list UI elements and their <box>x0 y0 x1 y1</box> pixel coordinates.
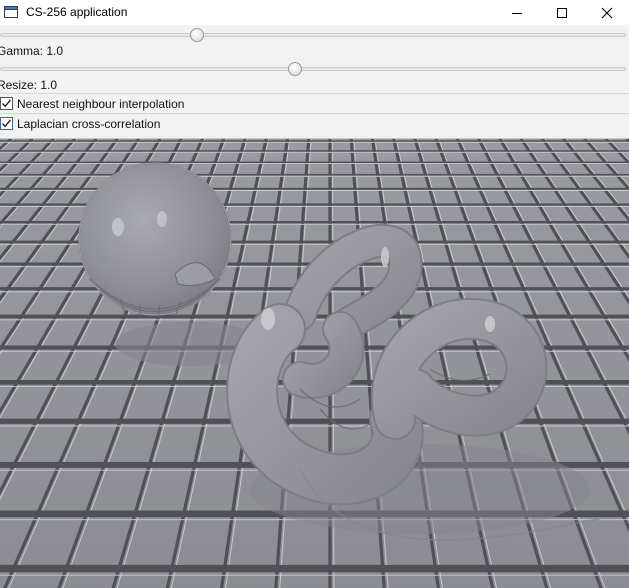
scene-svg <box>0 139 629 588</box>
window-title: CS-256 application <box>26 5 128 19</box>
slider-thumb[interactable] <box>190 28 204 42</box>
slider-thumb[interactable] <box>288 62 302 76</box>
nearest-neighbour-label: Nearest neighbour interpolation <box>17 97 185 111</box>
top-slider[interactable] <box>0 25 629 45</box>
title-bar: CS-256 application <box>0 0 629 25</box>
nearest-neighbour-checkbox[interactable] <box>0 97 13 110</box>
gamma-slider[interactable] <box>0 59 629 79</box>
checkmark-icon <box>1 99 12 108</box>
laplacian-row[interactable]: Laplacian cross-correlation <box>0 113 629 133</box>
laplacian-label: Laplacian cross-correlation <box>17 117 161 131</box>
app-icon <box>4 6 18 18</box>
resize-label: Resize: 1.0 <box>0 78 58 92</box>
rendered-scene-image <box>0 138 629 588</box>
sphere-object <box>78 162 232 318</box>
slider-track[interactable] <box>0 33 626 37</box>
nearest-neighbour-row[interactable]: Nearest neighbour interpolation <box>0 93 629 113</box>
minimize-button[interactable] <box>494 0 540 25</box>
maximize-button[interactable] <box>539 0 585 25</box>
close-button[interactable] <box>584 0 629 25</box>
close-icon <box>601 7 613 18</box>
minimize-icon <box>512 12 522 14</box>
slider-track[interactable] <box>0 67 626 71</box>
gamma-label: Gamma: 1.0 <box>0 44 64 58</box>
maximize-icon <box>557 7 567 18</box>
checkmark-icon <box>1 119 12 128</box>
laplacian-checkbox[interactable] <box>0 117 13 130</box>
content-panel: Gamma: 1.0 Resize: 1.0 Nearest neighbour… <box>0 25 629 588</box>
